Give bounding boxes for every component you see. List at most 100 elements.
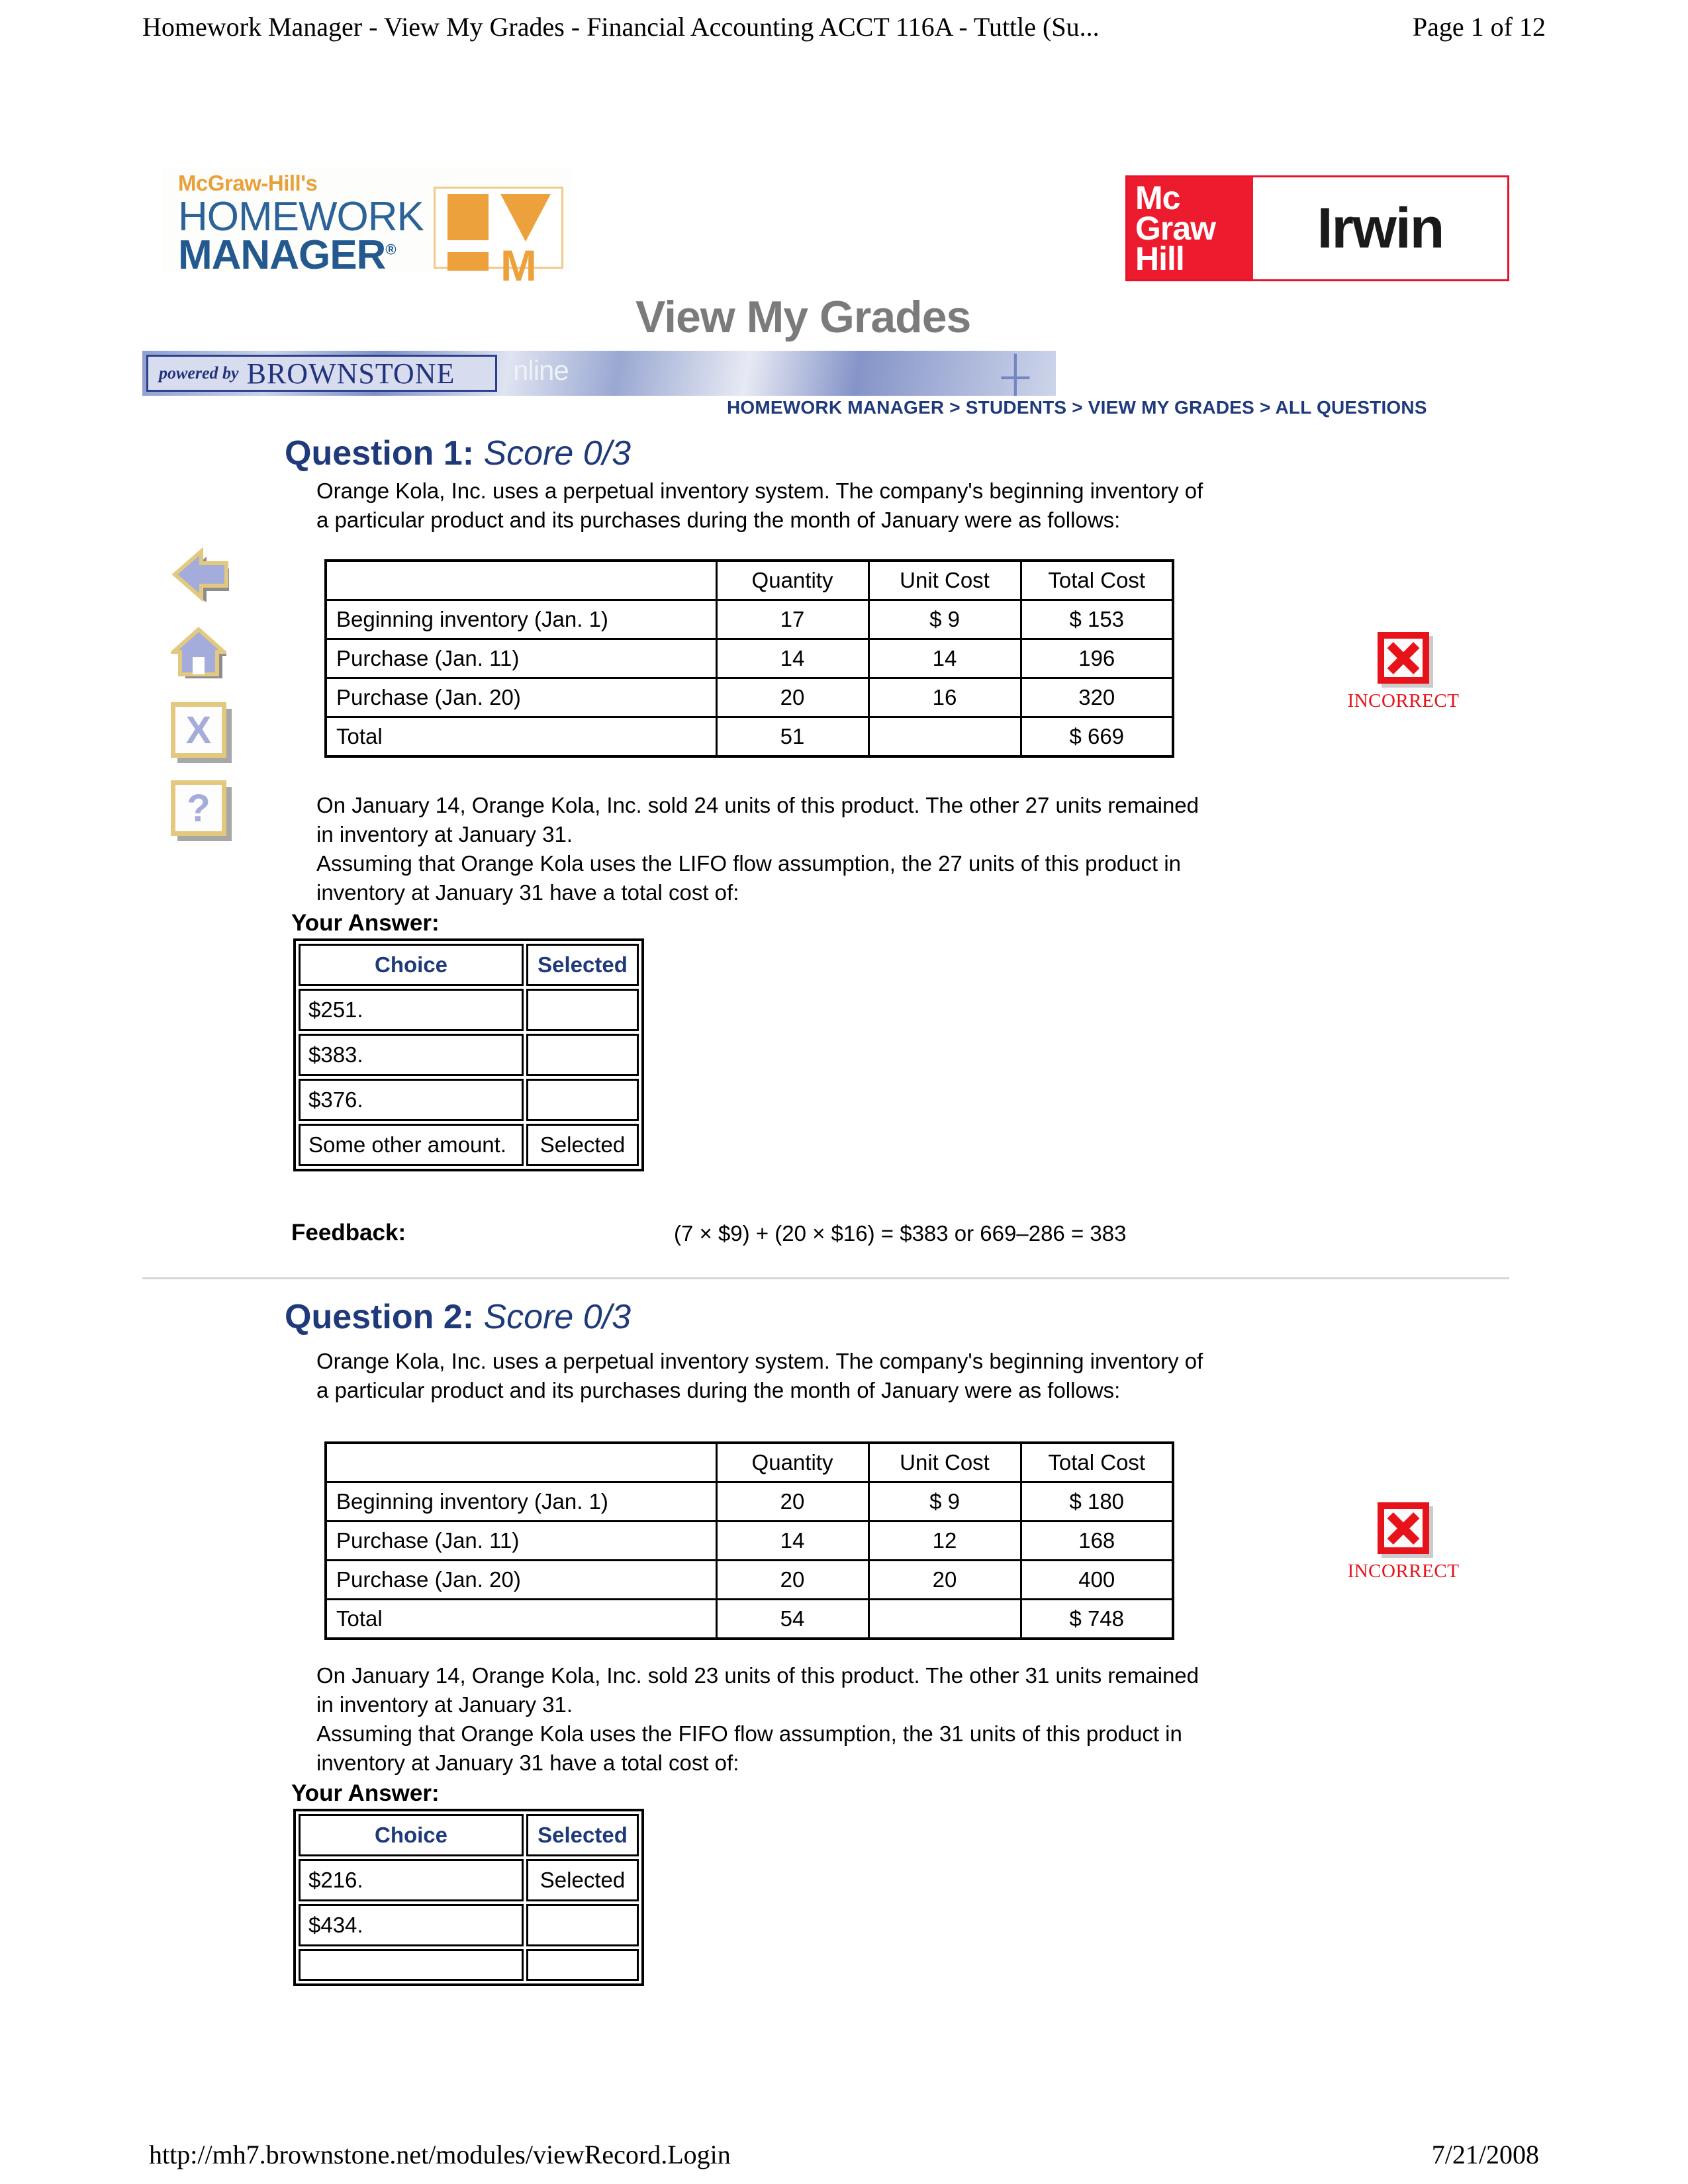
hm-monogram-square-top xyxy=(447,194,489,240)
answer-header-choice: Choice xyxy=(299,944,524,986)
brownstone-powered-by-text: powered by xyxy=(159,363,239,383)
table-header-row: Quantity Unit Cost Total Cost xyxy=(324,1441,1174,1483)
cell-quantity: 14 xyxy=(715,638,870,679)
question-2-body: On January 14, Orange Kola, Inc. sold 23… xyxy=(316,1661,1329,1778)
table-header-unit-cost: Unit Cost xyxy=(867,1441,1022,1483)
close-x-icon: X xyxy=(185,708,212,752)
cell-unit-cost: $ 9 xyxy=(867,1481,1022,1522)
question-1-feedback-label: Feedback: xyxy=(291,1220,406,1246)
cell-unit-cost xyxy=(867,1598,1022,1640)
cell-total-cost: 196 xyxy=(1019,638,1174,679)
answer-choice-row[interactable]: $216. Selected xyxy=(299,1859,639,1901)
question-1-your-answer-label: Your Answer: xyxy=(291,910,440,936)
cell-total-cost: $ 748 xyxy=(1019,1598,1174,1640)
table-row: Purchase (Jan. 20) 20 16 320 xyxy=(324,677,1174,718)
answer-choice-text: $251. xyxy=(299,989,524,1031)
mcgraw-hill-red-block: Mc Graw Hill xyxy=(1127,177,1253,279)
logo-homework-text: HOMEWORK xyxy=(178,194,424,240)
answer-choice-text: $376. xyxy=(299,1079,524,1121)
question-2-answer-table: Choice Selected $216. Selected $434. xyxy=(293,1809,644,1986)
back-arrow-icon xyxy=(171,547,229,602)
help-question-icon: ? xyxy=(187,786,211,830)
incorrect-x-icon xyxy=(1378,632,1429,684)
cell-quantity: 17 xyxy=(715,599,870,640)
question-1-body: On January 14, Orange Kola, Inc. sold 24… xyxy=(316,791,1329,907)
answer-choice-row[interactable]: $383. xyxy=(299,1034,639,1076)
answer-choice-selected xyxy=(526,1079,639,1121)
table-row: Purchase (Jan. 11) 14 14 196 xyxy=(324,638,1174,679)
question-2-status-badge: INCORRECT xyxy=(1337,1502,1470,1582)
answer-choice-selected xyxy=(526,989,639,1031)
answer-header-selected: Selected xyxy=(526,944,639,986)
answer-choice-row[interactable]: Some other amount. Selected xyxy=(299,1124,639,1166)
table-header-total-cost: Total Cost xyxy=(1019,1441,1174,1483)
table-row: Purchase (Jan. 11) 14 12 168 xyxy=(324,1520,1174,1561)
logo-manager-text: MANAGER® xyxy=(178,232,397,278)
question-2-body-line-3: Assuming that Orange Kola uses the FIFO … xyxy=(316,1721,1182,1746)
incorrect-x-icon xyxy=(1378,1502,1429,1554)
table-row: Beginning inventory (Jan. 1) 20 $ 9 $ 18… xyxy=(324,1481,1174,1522)
cell-label: Purchase (Jan. 20) xyxy=(324,677,718,718)
answer-choice-row[interactable]: $434. xyxy=(299,1904,639,1946)
breadcrumb[interactable]: HOMEWORK MANAGER > STUDENTS > VIEW MY GR… xyxy=(727,397,1427,418)
table-header-row: Quantity Unit Cost Total Cost xyxy=(324,559,1174,601)
question-2-intro: Orange Kola, Inc. uses a perpetual inven… xyxy=(316,1347,1329,1405)
cell-label: Purchase (Jan. 20) xyxy=(324,1559,718,1600)
cell-label: Beginning inventory (Jan. 1) xyxy=(324,1481,718,1522)
cell-total-cost: $ 180 xyxy=(1019,1481,1174,1522)
brownstone-logo: powered by BROWNSTONE xyxy=(146,355,497,392)
answer-choice-selected: Selected xyxy=(526,1124,639,1166)
cell-label: Purchase (Jan. 11) xyxy=(324,638,718,679)
answer-choice-row[interactable] xyxy=(299,1949,639,1981)
brownstone-banner: powered by BROWNSTONE nline ┼ xyxy=(142,351,1056,396)
answer-choice-row[interactable]: $376. xyxy=(299,1079,639,1121)
irwin-text: Irwin xyxy=(1317,196,1445,260)
banner-watermark-icon: ┼ xyxy=(1001,354,1029,396)
question-1-body-line-3: Assuming that Orange Kola uses the LIFO … xyxy=(316,850,1182,876)
answer-choice-row[interactable]: $251. xyxy=(299,989,639,1031)
page-content: McGraw-Hill's HOMEWORK MANAGER® M powere… xyxy=(0,0,1688,2184)
question-2-intro-line-2: a particular product and its purchases d… xyxy=(316,1377,1121,1402)
cell-label: Beginning inventory (Jan. 1) xyxy=(324,599,718,640)
sidebar-item-back[interactable] xyxy=(171,546,232,607)
table-row: Beginning inventory (Jan. 1) 17 $ 9 $ 15… xyxy=(324,599,1174,640)
question-2-inventory-table: Quantity Unit Cost Total Cost Beginning … xyxy=(324,1441,1174,1640)
print-footer-date: 7/21/2008 xyxy=(1431,2139,1539,2169)
question-1-score: Score 0/3 xyxy=(483,434,632,473)
table-header-blank xyxy=(324,1441,718,1483)
cell-total-cost: 400 xyxy=(1019,1559,1174,1600)
question-2-number: Question 2: xyxy=(285,1298,475,1336)
cell-quantity: 54 xyxy=(715,1598,870,1640)
cell-label: Total xyxy=(324,716,718,758)
question-1-status-badge: INCORRECT xyxy=(1337,632,1470,712)
sidebar-item-home[interactable] xyxy=(171,624,232,685)
table-total-row: Total 51 $ 669 xyxy=(324,716,1174,758)
question-2-your-answer-label: Your Answer: xyxy=(291,1780,440,1806)
answer-header-choice: Choice xyxy=(299,1814,524,1856)
table-header-total-cost: Total Cost xyxy=(1019,559,1174,601)
answer-choice-selected xyxy=(526,1949,639,1981)
hm-monogram-square-bottom xyxy=(447,252,489,271)
question-2-body-line-1: On January 14, Orange Kola, Inc. sold 23… xyxy=(316,1663,1199,1688)
homework-manager-logo-text: McGraw-Hill's HOMEWORK MANAGER® xyxy=(162,167,430,278)
print-footer-url: http://mh7.brownstone.net/modules/viewRe… xyxy=(149,2139,731,2169)
table-header-quantity: Quantity xyxy=(715,1441,870,1483)
question-divider xyxy=(142,1277,1509,1279)
incorrect-label: INCORRECT xyxy=(1347,690,1460,711)
cell-quantity: 51 xyxy=(715,716,870,758)
table-header-blank xyxy=(324,559,718,601)
table-header-unit-cost: Unit Cost xyxy=(867,559,1022,601)
answer-choice-selected xyxy=(526,1904,639,1946)
cell-label: Purchase (Jan. 11) xyxy=(324,1520,718,1561)
sidebar-item-close[interactable]: X xyxy=(171,702,232,763)
answer-choice-text: $216. xyxy=(299,1859,524,1901)
cell-unit-cost: $ 9 xyxy=(867,599,1022,640)
table-header-quantity: Quantity xyxy=(715,559,870,601)
cell-total-cost: $ 669 xyxy=(1019,716,1174,758)
brownstone-name-text: BROWNSTONE xyxy=(246,357,455,390)
answer-choice-text: $383. xyxy=(299,1034,524,1076)
answer-header-selected: Selected xyxy=(526,1814,639,1856)
cell-quantity: 20 xyxy=(715,1559,870,1600)
question-1-intro-line-1: Orange Kola, Inc. uses a perpetual inven… xyxy=(316,478,1203,503)
sidebar-item-help[interactable]: ? xyxy=(171,780,232,841)
